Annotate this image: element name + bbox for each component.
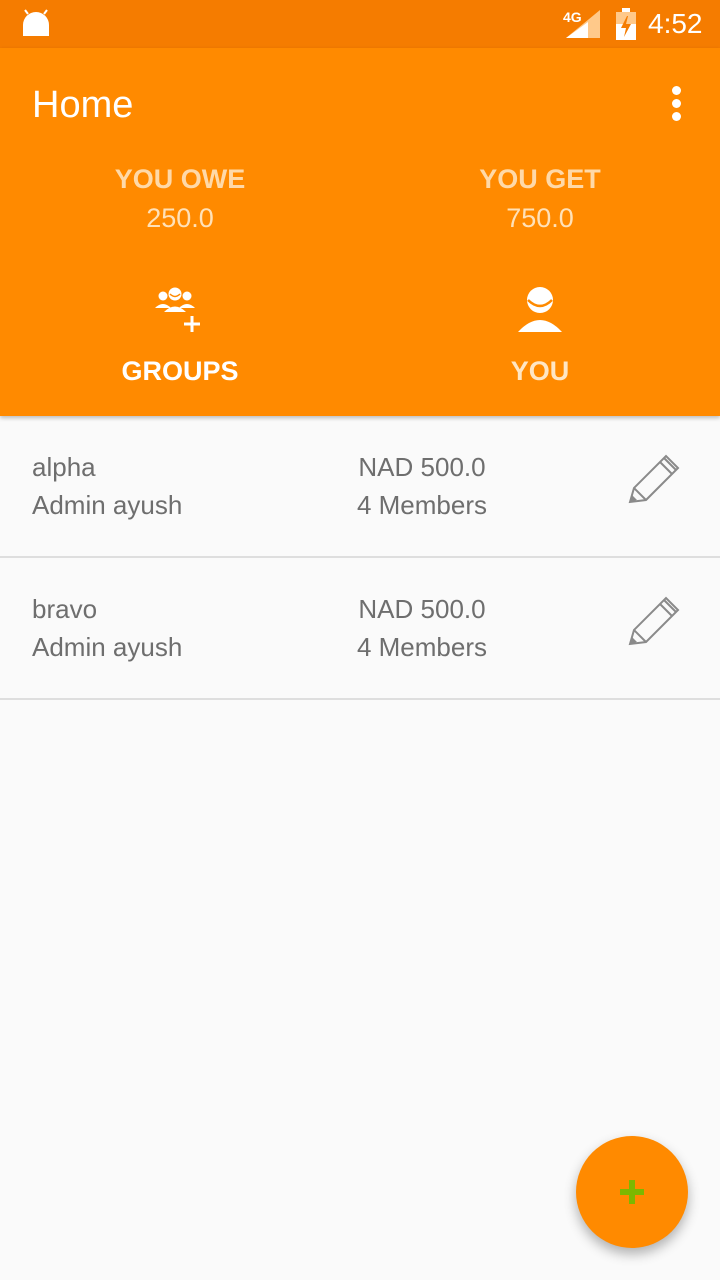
group-row[interactable]: bravo Admin ayush NAD 500.0 4 Members xyxy=(0,558,720,700)
add-group-fab[interactable] xyxy=(576,1136,688,1248)
signal-icon xyxy=(566,10,600,38)
status-bar: 4G 4:52 xyxy=(0,0,720,48)
tab-you-label: YOU xyxy=(510,356,570,386)
page-title: Home xyxy=(32,84,134,126)
you-owe-value: 250.0 xyxy=(146,203,214,233)
tab-you[interactable]: YOU xyxy=(360,284,720,404)
plus-icon xyxy=(620,1180,644,1204)
tab-groups-label: GROUPS xyxy=(121,356,239,386)
group-row[interactable]: alpha Admin ayush NAD 500.0 4 Members xyxy=(0,416,720,558)
group-admin: Admin ayush xyxy=(32,632,183,662)
edit-pencil-icon[interactable] xyxy=(622,450,688,512)
group-name: bravo xyxy=(32,594,98,624)
you-owe-label: YOU OWE xyxy=(114,164,246,194)
you-get-summary: YOU GET 750.0 xyxy=(360,164,720,234)
edit-pencil-icon[interactable] xyxy=(622,592,688,654)
group-list: alpha Admin ayush NAD 500.0 4 Members br… xyxy=(0,416,720,700)
group-admin: Admin ayush xyxy=(32,490,183,520)
group-members: 4 Members xyxy=(356,632,488,662)
you-owe-summary: YOU OWE 250.0 xyxy=(0,164,360,234)
android-icon xyxy=(23,9,49,36)
group-name: alpha xyxy=(32,452,96,482)
tab-groups[interactable]: GROUPS xyxy=(0,284,360,404)
you-get-label: YOU GET xyxy=(479,164,601,194)
clock: 4:52 xyxy=(648,8,703,39)
group-amount: NAD 500.0 xyxy=(358,594,486,624)
group-amount: NAD 500.0 xyxy=(358,452,486,482)
app-header: Home YOU OWE 250.0 YOU GET 750.0 GROUPS xyxy=(0,48,720,416)
overflow-menu-icon[interactable] xyxy=(660,86,692,126)
group-add-icon xyxy=(155,287,200,332)
person-icon xyxy=(518,287,562,332)
group-members: 4 Members xyxy=(356,490,488,520)
battery-icon xyxy=(616,8,636,40)
you-get-value: 750.0 xyxy=(506,203,574,233)
